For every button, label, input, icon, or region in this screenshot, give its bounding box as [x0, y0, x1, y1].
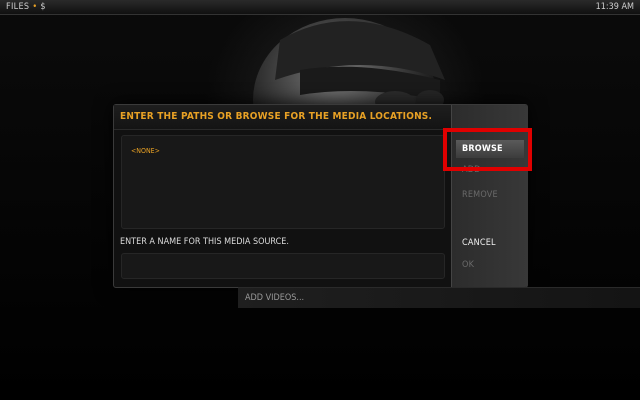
- dialog-header: ENTER THE PATHS OR BROWSE FOR THE MEDIA …: [114, 105, 451, 130]
- remove-button[interactable]: REMOVE: [456, 186, 524, 204]
- breadcrumb-section: FILES: [6, 2, 30, 12]
- dialog-title: ENTER THE PATHS OR BROWSE FOR THE MEDIA …: [120, 111, 433, 122]
- clock: 11:39 AM: [595, 2, 634, 12]
- add-videos-item[interactable]: ADD VIDEOS...: [238, 287, 640, 308]
- cancel-button[interactable]: CANCEL: [456, 234, 524, 252]
- browse-highlight-outline: [443, 128, 532, 171]
- breadcrumb: FILES • $: [6, 1, 46, 13]
- source-name-field[interactable]: [121, 253, 445, 279]
- breadcrumb-path: $: [40, 2, 46, 12]
- source-name-label: ENTER A NAME FOR THIS MEDIA SOURCE.: [120, 237, 289, 247]
- ok-button[interactable]: OK: [456, 256, 524, 274]
- path-list-item[interactable]: <NONE>: [131, 147, 160, 156]
- media-paths-list[interactable]: <NONE>: [121, 135, 445, 229]
- breadcrumb-separator: •: [32, 2, 38, 12]
- add-videos-label: ADD VIDEOS...: [245, 293, 305, 303]
- top-bar: FILES • $ 11:39 AM: [0, 0, 640, 15]
